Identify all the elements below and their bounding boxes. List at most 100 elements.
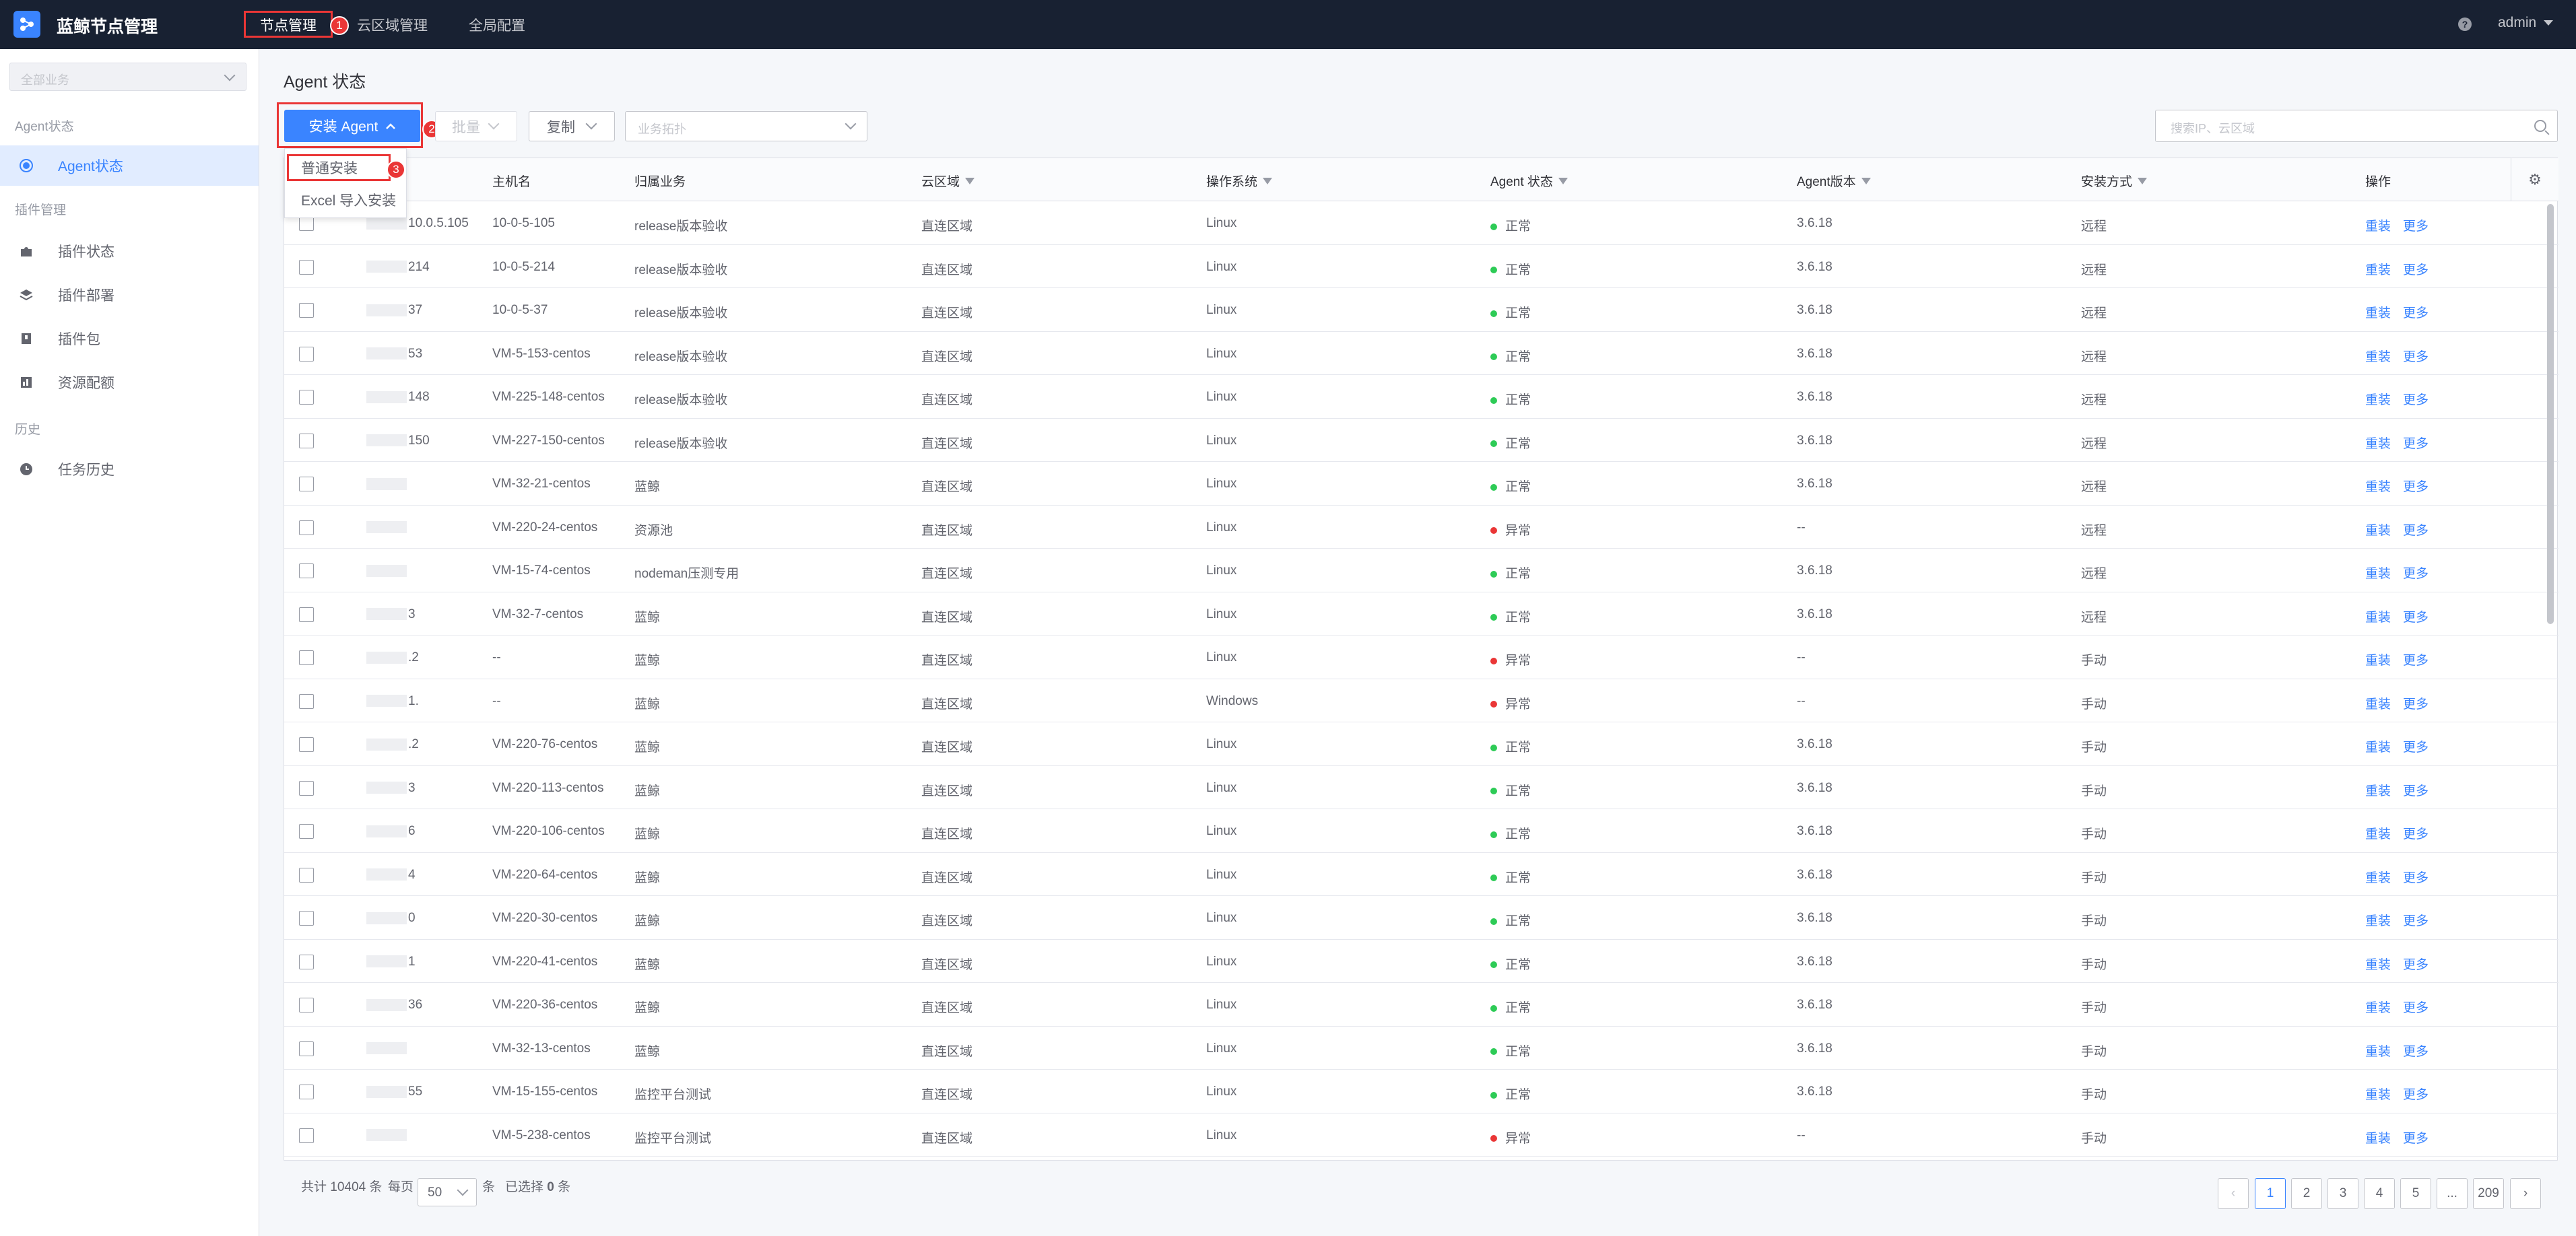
row-checkbox[interactable] <box>299 693 314 709</box>
more-link[interactable]: 更多 <box>2403 694 2429 712</box>
row-checkbox[interactable] <box>299 911 314 926</box>
table-row[interactable]: VM-5-238-centos 监控平台测试 直连区域 Linux 异常 -- 手动 重装 更多 <box>284 1113 2558 1157</box>
next-page-button[interactable]: › <box>2510 1178 2541 1209</box>
row-checkbox[interactable] <box>299 954 314 969</box>
row-checkbox[interactable] <box>299 737 314 752</box>
table-row[interactable]: 148 VM-225-148-centos release版本验收 直连区域 Linux… <box>284 375 2558 419</box>
column-settings-gear-icon[interactable]: ⚙ <box>2511 158 2558 201</box>
page-button[interactable]: 1 <box>2255 1178 2286 1209</box>
row-checkbox[interactable] <box>299 520 314 535</box>
table-row[interactable]: 6 VM-220-106-centos 蓝鲸 直连区域 Linux 正常 3.6.18 手动 重… <box>284 809 2558 853</box>
reinstall-link[interactable]: 重装 <box>2365 998 2391 1016</box>
column-agent-status[interactable]: Agent 状态 <box>1490 172 1568 190</box>
reinstall-link[interactable]: 重装 <box>2365 390 2391 408</box>
filter-icon[interactable] <box>2138 177 2148 184</box>
reinstall-link[interactable]: 重装 <box>2365 781 2391 799</box>
row-checkbox[interactable] <box>299 1041 314 1056</box>
table-row[interactable]: 53 VM-5-153-centos release版本验收 直连区域 Linux 正常 3… <box>284 332 2558 375</box>
filter-icon[interactable] <box>1263 177 1273 184</box>
page-button[interactable]: ... <box>2437 1178 2468 1209</box>
reinstall-link[interactable]: 重装 <box>2365 868 2391 886</box>
sidebar-item-plugin-package[interactable]: 插件包 <box>0 318 259 359</box>
row-checkbox[interactable] <box>299 303 314 318</box>
copy-button[interactable]: 复制 <box>529 111 615 141</box>
sidebar-item-agent-status[interactable]: Agent状态 <box>0 145 259 186</box>
page-button[interactable]: 4 <box>2364 1178 2395 1209</box>
table-row[interactable]: .2 VM-220-76-centos 蓝鲸 直连区域 Linux 正常 3.6.18 手动 重… <box>284 722 2558 766</box>
table-scrollbar[interactable] <box>2547 204 2554 624</box>
more-link[interactable]: 更多 <box>2403 650 2429 668</box>
more-link[interactable]: 更多 <box>2403 911 2429 929</box>
reinstall-link[interactable]: 重装 <box>2365 260 2391 278</box>
install-agent-button[interactable]: 安装 Agent <box>284 110 420 142</box>
business-topo-select[interactable]: 业务拓扑 <box>625 111 867 141</box>
filter-icon[interactable] <box>965 177 975 184</box>
row-checkbox[interactable] <box>299 390 314 405</box>
reinstall-link[interactable]: 重装 <box>2365 303 2391 321</box>
sidebar-item-plugin-status[interactable]: 插件状态 <box>0 231 259 271</box>
nav-global-config[interactable]: 全局配置 <box>469 15 525 35</box>
search-icon[interactable] <box>2534 120 2546 132</box>
table-row[interactable]: VM-32-13-centos 蓝鲸 直连区域 Linux 正常 3.6.18 手动 重装 更多 <box>284 1027 2558 1070</box>
more-link[interactable]: 更多 <box>2403 868 2429 886</box>
column-install-method[interactable]: 安装方式 <box>2081 172 2148 190</box>
table-row[interactable]: 4 VM-220-64-centos 蓝鲸 直连区域 Linux 正常 3.6.18 手动 重装… <box>284 853 2558 896</box>
table-row[interactable]: .2 -- 蓝鲸 直连区域 Linux 异常 -- 手动 重装 更多 <box>284 636 2558 679</box>
more-link[interactable]: 更多 <box>2403 303 2429 321</box>
help-icon[interactable]: ? <box>2458 18 2472 31</box>
table-row[interactable]: 37 10-0-5-37 release版本验收 直连区域 Linux 正常 3.6.18 远… <box>284 288 2558 332</box>
row-checkbox[interactable] <box>299 433 314 448</box>
reinstall-link[interactable]: 重装 <box>2365 1041 2391 1060</box>
column-cloud-area[interactable]: 云区域 <box>921 172 975 190</box>
reinstall-link[interactable]: 重装 <box>2365 955 2391 973</box>
page-size-select[interactable]: 50 <box>418 1178 477 1206</box>
more-link[interactable]: 更多 <box>2403 260 2429 278</box>
reinstall-link[interactable]: 重装 <box>2365 1128 2391 1146</box>
table-row[interactable]: VM-32-21-centos 蓝鲸 直连区域 Linux 正常 3.6.18 远程 重装 更多 <box>284 462 2558 506</box>
batch-button[interactable]: 批量 <box>435 111 517 141</box>
reinstall-link[interactable]: 重装 <box>2365 911 2391 929</box>
table-row[interactable]: 36 VM-220-36-centos 蓝鲸 直连区域 Linux 正常 3.6.18 手动 重… <box>284 983 2558 1027</box>
table-row[interactable]: 214 10-0-5-214 release版本验收 直连区域 Linux 正常 3.6.1… <box>284 245 2558 288</box>
more-link[interactable]: 更多 <box>2403 955 2429 973</box>
reinstall-link[interactable]: 重装 <box>2365 563 2391 582</box>
reinstall-link[interactable]: 重装 <box>2365 607 2391 625</box>
more-link[interactable]: 更多 <box>2403 477 2429 495</box>
more-link[interactable]: 更多 <box>2403 563 2429 582</box>
reinstall-link[interactable]: 重装 <box>2365 347 2391 365</box>
table-row[interactable]: 150 VM-227-150-centos release版本验收 直连区域 Linux… <box>284 419 2558 462</box>
table-row[interactable]: 55 VM-15-155-centos 监控平台测试 直连区域 Linux 正常 3.6.1… <box>284 1070 2558 1113</box>
row-checkbox[interactable] <box>299 1085 314 1099</box>
table-row[interactable]: VM-220-24-centos 资源池 直连区域 Linux 异常 -- 远程 重装 更多 <box>284 506 2558 549</box>
reinstall-link[interactable]: 重装 <box>2365 520 2391 539</box>
row-checkbox[interactable] <box>299 259 314 275</box>
table-row[interactable]: 0 VM-220-30-centos 蓝鲸 直连区域 Linux 正常 3.6.18 手动 重装… <box>284 896 2558 940</box>
page-button[interactable]: 5 <box>2400 1178 2431 1209</box>
row-checkbox[interactable] <box>299 346 314 362</box>
row-checkbox[interactable] <box>299 607 314 622</box>
user-menu[interactable]: admin <box>2498 15 2536 31</box>
menu-item-excel-install[interactable]: Excel 导入安装 <box>285 184 406 216</box>
reinstall-link[interactable]: 重装 <box>2365 650 2391 668</box>
row-checkbox[interactable] <box>299 477 314 491</box>
reinstall-link[interactable]: 重装 <box>2365 737 2391 755</box>
filter-icon[interactable] <box>1558 177 1568 184</box>
more-link[interactable]: 更多 <box>2403 781 2429 799</box>
row-checkbox[interactable] <box>299 1128 314 1143</box>
reinstall-link[interactable]: 重装 <box>2365 1085 2391 1103</box>
table-row[interactable]: 3 VM-220-113-centos 蓝鲸 直连区域 Linux 正常 3.6.18 手动 重… <box>284 766 2558 809</box>
more-link[interactable]: 更多 <box>2403 216 2429 234</box>
prev-page-button[interactable]: ‹ <box>2218 1178 2249 1209</box>
sidebar-item-task-history[interactable]: 任务历史 <box>0 449 259 489</box>
search-input[interactable]: 搜索IP、云区域 <box>2155 110 2558 142</box>
row-checkbox[interactable] <box>299 216 314 231</box>
more-link[interactable]: 更多 <box>2403 390 2429 408</box>
column-os[interactable]: 操作系统 <box>1206 172 1273 190</box>
more-link[interactable]: 更多 <box>2403 824 2429 842</box>
more-link[interactable]: 更多 <box>2403 998 2429 1016</box>
sidebar-item-resource-quota[interactable]: 资源配额 <box>0 362 259 403</box>
page-button[interactable]: 3 <box>2327 1178 2358 1209</box>
business-select[interactable]: 全部业务 <box>9 63 246 91</box>
table-row[interactable]: VM-15-74-centos nodeman压测专用 直连区域 Linux 正常 3.6… <box>284 549 2558 592</box>
row-checkbox[interactable] <box>299 780 314 796</box>
